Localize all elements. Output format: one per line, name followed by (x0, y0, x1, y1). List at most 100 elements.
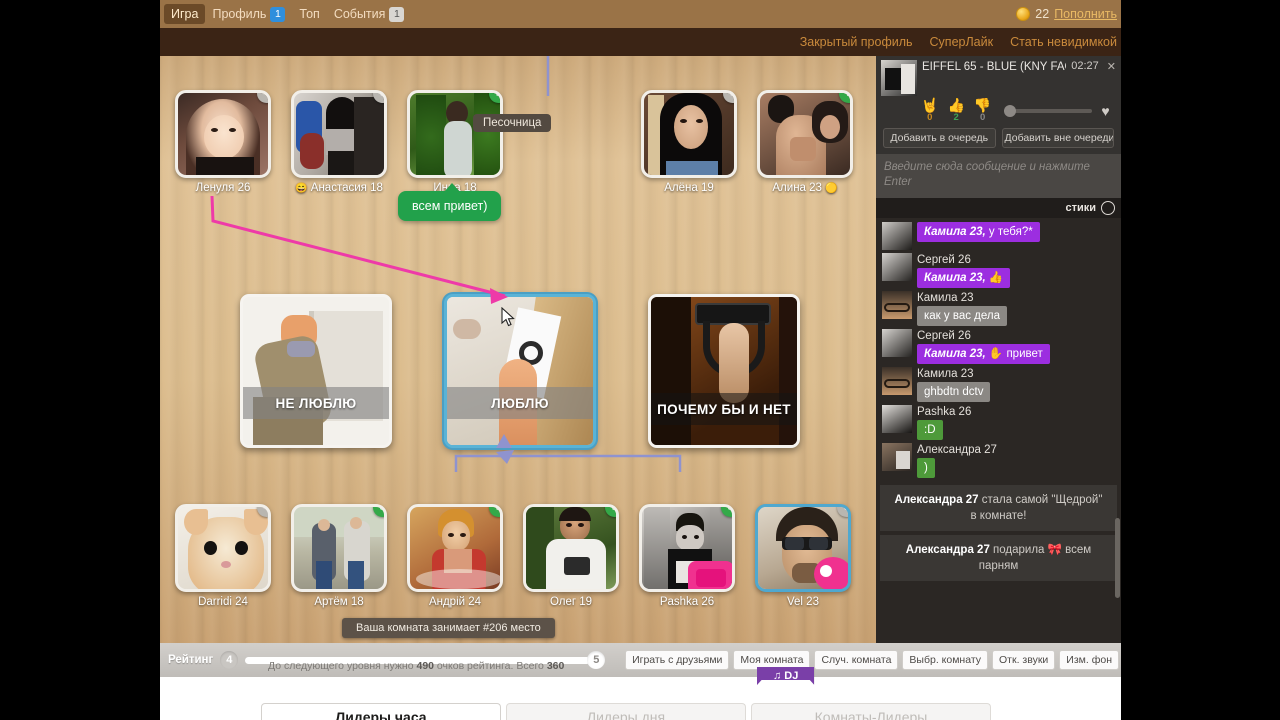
message-author: Pashka 26 (917, 406, 972, 418)
tab-leader-rooms[interactable]: Комнаты-Лидеры Осталось 53 мин. (751, 703, 991, 720)
user-avatar[interactable]: 9 (407, 90, 503, 178)
note-prefix: До следующего уровня нужно (268, 660, 417, 672)
tab-title: Лидеры дня (586, 709, 666, 720)
system-message: Александра 27 стала самой "Щедрой" в ком… (880, 485, 1117, 531)
user-card-lenulya[interactable]: 4 Ленуля 26 (175, 90, 271, 194)
smiley-icon: 😄 (295, 183, 308, 194)
message-mention: Камила 23, (924, 226, 986, 238)
rock-vote[interactable]: 🤘 0 (921, 98, 938, 123)
like-vote[interactable]: 👍 2 (947, 98, 964, 123)
track-title: EIFFEL 65 - BLUE (KNY FACTO... (922, 61, 1066, 73)
crown-icon: 🟡 (825, 183, 838, 194)
smiley-icon[interactable] (1101, 201, 1115, 215)
user-card-inna[interactable]: 9 Инна 18 (407, 90, 503, 194)
topup-link[interactable]: Пополнить (1054, 7, 1117, 21)
coin-icon (1016, 7, 1031, 21)
user-card-artem[interactable]: 8 Артём 18 (291, 504, 387, 608)
user-card-alena[interactable]: 6 Алёна 19 (641, 90, 737, 194)
player-queue-buttons: Добавить в очередь Добавить вне очереди (881, 123, 1116, 148)
close-icon[interactable]: ✕ (1104, 60, 1116, 73)
chat-scrollbar[interactable] (1115, 518, 1120, 598)
user-card-pashka[interactable]: 8 Pashka 26 (639, 504, 735, 608)
heart-icon[interactable]: ♥ (1101, 103, 1109, 119)
chat-messages[interactable]: Камила 23, у тебя?* Сергей 26 Камила 23,… (876, 218, 1121, 643)
system-message-text: подарила 🎀 всем парням (978, 544, 1092, 572)
vote-card-dislike[interactable]: НЕ ЛЮБЛЮ (240, 294, 392, 448)
chat-message: Камила 23 как у вас дела (876, 291, 1121, 329)
stickers-row: стики (876, 198, 1121, 218)
avatar (882, 367, 912, 395)
user-avatar[interactable]: 8 (291, 504, 387, 592)
game-stage: Песочница 4 Ленуля 26 6 😄 Анастасия 18 9… (160, 56, 1121, 685)
volume-knob[interactable] (1004, 104, 1017, 117)
stickers-label[interactable]: стики (1065, 202, 1096, 214)
user-card-darridi[interactable]: 4 Darridi 24 (175, 504, 271, 608)
message-author: Сергей 26 (917, 330, 971, 342)
user-name: Ленуля 26 (195, 182, 251, 194)
nav-item-events[interactable]: События 1 (327, 4, 412, 25)
user-name-text: Алина 23 (772, 182, 822, 194)
volume-slider[interactable] (1004, 104, 1093, 117)
subnav-superlike[interactable]: СуперЛайк (930, 35, 994, 49)
user-avatar[interactable]: 9 (407, 504, 503, 592)
stage-inner: Песочница 4 Ленуля 26 6 😄 Анастасия 18 9… (160, 56, 876, 685)
nav-label: Игра (171, 7, 199, 21)
leaderboard-tabs: Лидеры часа Осталось 22 мин. Лидеры дня … (160, 677, 1121, 720)
subnav-invisible[interactable]: Стать невидимкой (1010, 35, 1117, 49)
nav-item-profile[interactable]: Профиль 1 (205, 4, 292, 25)
add-to-queue-button[interactable]: Добавить в очередь (883, 128, 996, 148)
add-out-of-queue-button[interactable]: Добавить вне очереди (1001, 128, 1114, 148)
nav-item-top[interactable]: Топ (292, 4, 326, 24)
vote-card-like[interactable]: ЛЮБЛЮ (444, 294, 596, 448)
sandbox-tooltip: Песочница (473, 114, 552, 132)
user-avatar[interactable]: 6 (641, 90, 737, 178)
change-background-button[interactable]: Изм. фон (1059, 650, 1119, 670)
user-avatar[interactable]: 6 (291, 90, 387, 178)
user-name-text: Анастасия 18 (310, 182, 383, 194)
system-message: Александра 27 подарила 🎀 всем парням (880, 535, 1117, 581)
user-avatar[interactable]: 7 (757, 90, 853, 178)
random-room-button[interactable]: Случ. комната (814, 650, 899, 670)
user-card-oleg[interactable]: 9 Олег 19 (523, 504, 619, 608)
nav-label: Топ (299, 7, 320, 21)
chat-input[interactable]: Введите сюда сообщение и нажмите Enter (876, 154, 1121, 198)
message-body: у тебя?* (985, 226, 1033, 238)
user-card-andriy[interactable]: 9 Андрій 24 (407, 504, 503, 608)
subnav-private-profile[interactable]: Закрытый профиль (800, 35, 913, 49)
user-card-anastasia[interactable]: 6 😄 Анастасия 18 (291, 90, 387, 194)
system-message-text: стала самой "Щедрой" в комнате! (970, 494, 1103, 522)
nav-label: События (333, 6, 386, 21)
toggle-sounds-button[interactable]: Отк. звуки (992, 650, 1056, 670)
user-name: 😄 Анастасия 18 (291, 182, 387, 194)
balance-area: 22 Пополнить (1016, 0, 1121, 28)
dislike-vote[interactable]: 👎 0 (974, 98, 991, 123)
user-avatar[interactable]: 6 (755, 504, 851, 592)
top-navigation-bar: Игра Профиль 1 Топ События 1 22 Пополнить (160, 0, 1121, 28)
tab-hour-leaders[interactable]: Лидеры часа Осталось 22 мин. (261, 703, 501, 720)
bottom-status-bar: Рейтинг 4 5 До следующего уровня нужно 4… (160, 643, 1121, 677)
vote-card-whynot[interactable]: ПОЧЕМУ БЫ И НЕТ (648, 294, 800, 448)
room-buttons: Играть с друзьями Моя комната Случ. комн… (625, 650, 1121, 670)
avatar (882, 222, 912, 250)
user-avatar[interactable]: 4 (175, 504, 271, 592)
user-avatar[interactable]: 4 (175, 90, 271, 178)
user-card-vel[interactable]: 6 Vel 23 (755, 504, 851, 608)
thumbs-up-icon: 👍 (947, 97, 965, 113)
user-name: Артём 18 (314, 596, 364, 608)
play-with-friends-button[interactable]: Играть с друзьями (625, 650, 730, 670)
music-player: EIFFEL 65 - BLUE (KNY FACTO... 02:27 ✕ 🤘… (876, 56, 1121, 154)
user-avatar[interactable]: 8 (639, 504, 735, 592)
user-card-alina[interactable]: 7 Алина 23 🟡 (757, 90, 853, 194)
speech-bubble: всем привет) (398, 183, 502, 221)
user-name: Darridi 24 (198, 596, 248, 608)
tab-day-leaders[interactable]: Лидеры дня Осталось 09 ч. 22 мин. (506, 703, 746, 720)
vote-card-group: НЕ ЛЮБЛЮ ЛЮБЛЮ ПОЧЕМУ БЫ И НЕТ (240, 294, 800, 474)
vote-caption: НЕ ЛЮБЛЮ (243, 387, 389, 419)
vote-image (243, 297, 389, 445)
user-name: Алина 23 🟡 (757, 182, 853, 194)
user-name: Андрій 24 (428, 596, 482, 608)
nav-item-game[interactable]: Игра (164, 4, 206, 24)
choose-room-button[interactable]: Выбр. комнату (902, 650, 989, 670)
user-avatar[interactable]: 9 (523, 504, 619, 592)
message-mention: Камила 23, (924, 348, 986, 360)
